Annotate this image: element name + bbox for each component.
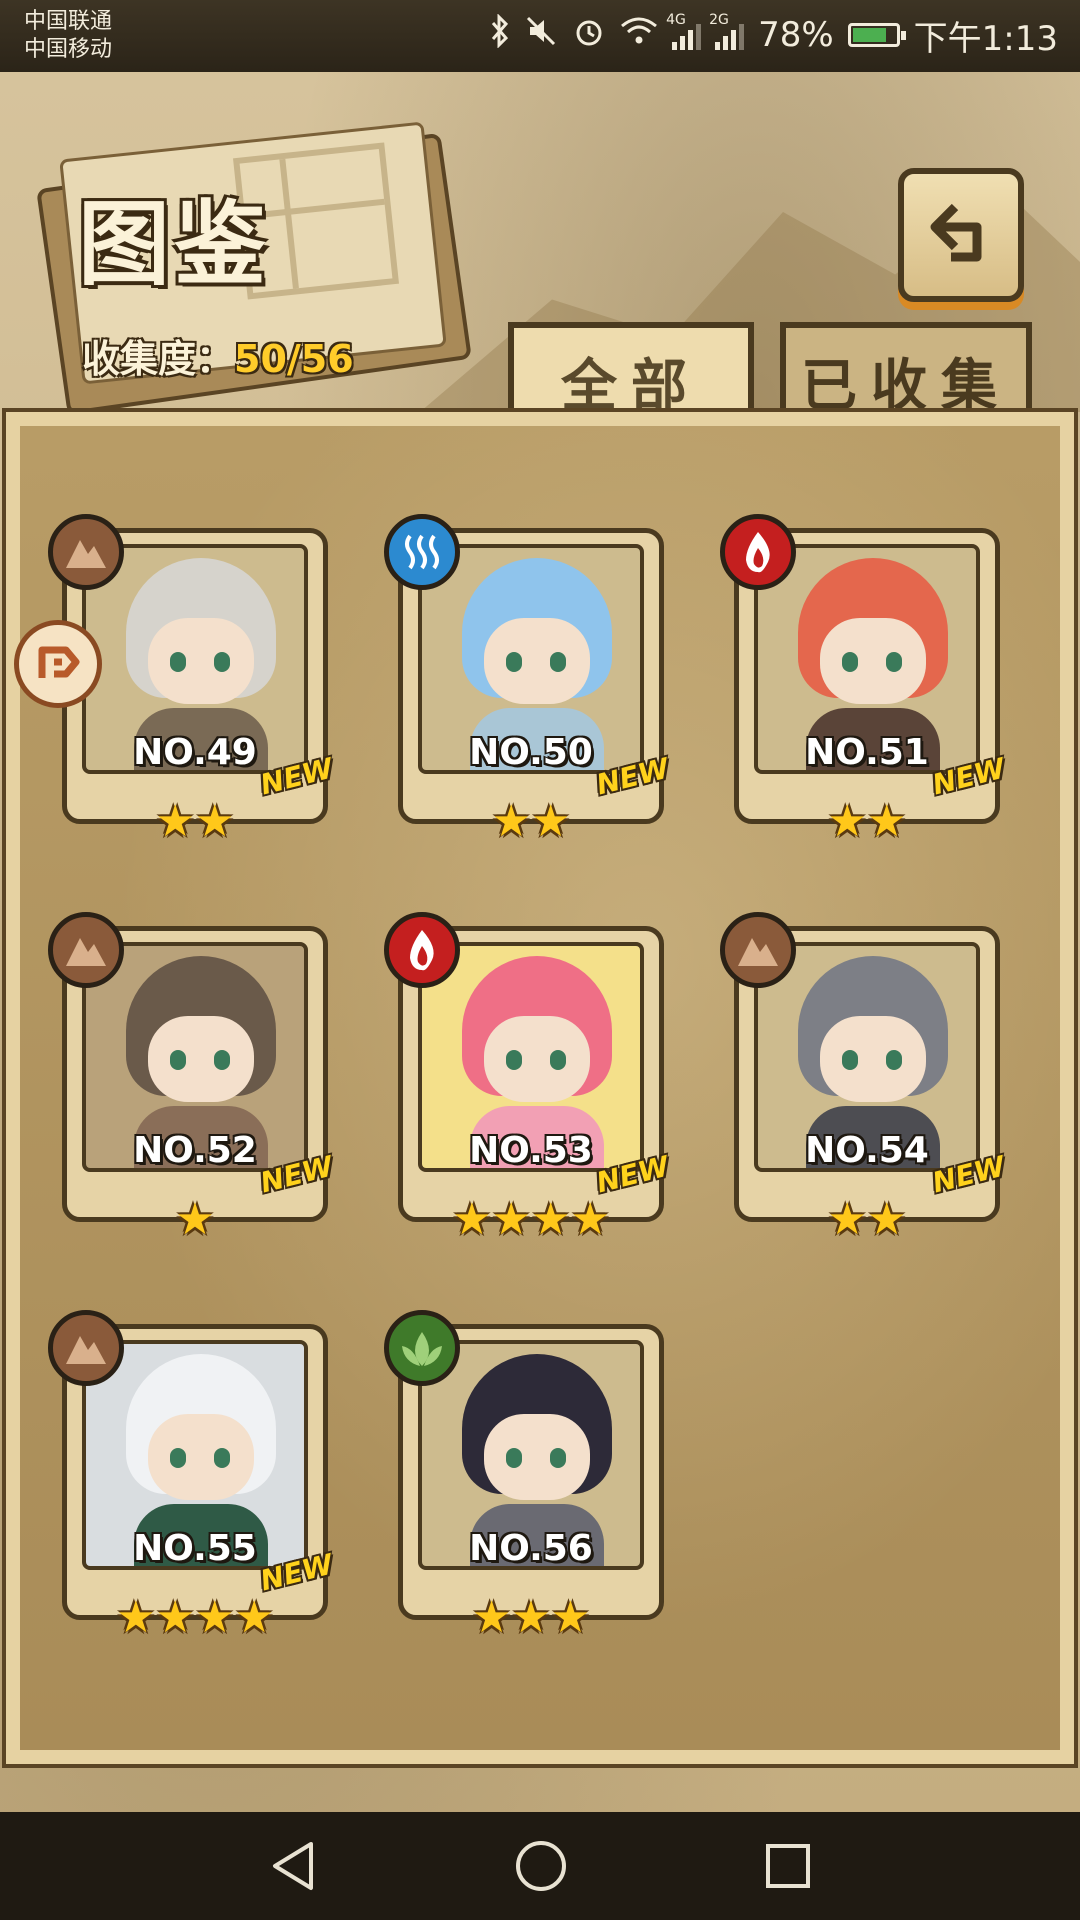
carrier-info: 中国联通 中国移动 <box>24 8 112 64</box>
water-element-icon <box>384 514 460 590</box>
monster-card-52[interactable]: NO.52 NEW ★ <box>48 912 336 1245</box>
status-bar: 中国联通 中国移动 4G 2G 78% 下午1:13 <box>0 0 1080 84</box>
star-rating: ★★★★ <box>452 1194 610 1245</box>
signal-2g-icon: 2G <box>709 12 745 50</box>
monster-card-56[interactable]: NO.56 ★★★ <box>384 1310 666 1643</box>
star-rating: ★★ <box>827 1194 907 1245</box>
mute-icon <box>524 14 558 57</box>
earth-element-icon <box>48 1310 124 1386</box>
star-rating: ★★★ <box>471 1592 591 1643</box>
signal-4g-icon: 4G <box>666 12 702 50</box>
earth-element-icon <box>48 514 124 590</box>
back-button[interactable] <box>898 168 1024 302</box>
collection-progress: 收集度：50/56 <box>82 328 354 383</box>
alarm-icon <box>572 14 606 57</box>
system-nav-bar <box>0 1812 1080 1920</box>
triangle-back-icon[interactable] <box>267 1838 319 1894</box>
leaf-element-icon <box>384 1310 460 1386</box>
fire-element-icon <box>720 514 796 590</box>
star-rating: ★★ <box>491 796 571 847</box>
square-recent-icon[interactable] <box>763 1841 813 1891</box>
direction-marker-button[interactable] <box>14 620 102 708</box>
bluetooth-icon <box>490 12 510 57</box>
star-rating: ★★ <box>155 796 235 847</box>
monster-card-54[interactable]: NO.54 NEW ★★ <box>720 912 1008 1245</box>
star-rating: ★ <box>175 1194 215 1245</box>
status-icons: 4G 2G 78% 下午1:13 <box>490 10 1058 60</box>
earth-element-icon <box>720 912 796 988</box>
circle-home-icon[interactable] <box>513 1838 569 1894</box>
page-title: 图鉴 <box>78 191 271 298</box>
wifi-icon <box>620 15 658 55</box>
battery-icon <box>847 23 906 47</box>
battery-percent: 78% <box>758 15 834 55</box>
star-rating: ★★★★ <box>116 1592 274 1643</box>
star-rating: ★★ <box>827 796 907 847</box>
fire-element-icon <box>384 912 460 988</box>
earth-element-icon <box>48 912 124 988</box>
monster-card-55[interactable]: NO.55 NEW ★★★★ <box>48 1310 336 1643</box>
carrier-2: 中国移动 <box>24 37 113 62</box>
monster-card-53[interactable]: NO.53 NEW ★★★★ <box>384 912 672 1245</box>
arrow-marker-icon <box>32 636 84 692</box>
clock: 下午1:13 <box>913 18 1058 59</box>
card-number: NO.56 <box>469 1528 593 1569</box>
monster-card-50[interactable]: NO.50 NEW ★★ <box>384 514 672 847</box>
collection-value: 50/56 <box>234 337 354 381</box>
monster-card-51[interactable]: NO.51 NEW ★★ <box>720 514 1008 847</box>
collection-label: 收集度： <box>82 337 235 381</box>
back-arrow-icon <box>921 193 1001 277</box>
carrier-1: 中国联通 <box>24 9 113 34</box>
